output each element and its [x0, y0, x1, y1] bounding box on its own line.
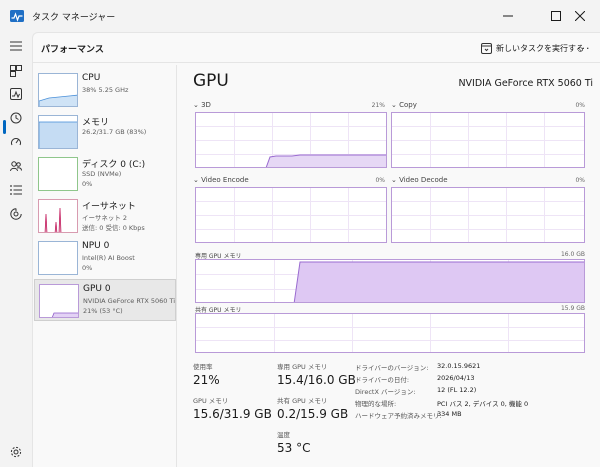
- driver-date-key: ドライバーの日付:: [355, 376, 410, 384]
- graph-max-shared: 15.9 GB: [560, 305, 585, 312]
- graph-selector-3d[interactable]: ⌄ 3D: [193, 101, 211, 109]
- startup-icon[interactable]: [8, 134, 24, 150]
- ethernet-thumbnail: [38, 199, 78, 233]
- cpu-thumbnail: [38, 73, 78, 107]
- memory-thumbnail: [38, 115, 78, 149]
- physical-location-key: 物理的な場所:: [355, 400, 397, 408]
- graph-selector-encode[interactable]: ⌄ Video Encode: [193, 176, 249, 184]
- resource-item-detail: Intel(R) AI Boost: [82, 254, 135, 262]
- gpu-thumbnail: [39, 284, 79, 318]
- details-icon[interactable]: [8, 182, 24, 198]
- close-icon: [575, 11, 585, 21]
- page-header: パフォーマンス 新しいタスクを実行する ...: [33, 33, 600, 63]
- resource-item-memory[interactable]: メモリ 26.2/31.7 GB (83%): [34, 111, 176, 153]
- shared-memory-label: 共有 GPU メモリ: [277, 397, 328, 405]
- temperature-label: 温度: [277, 431, 290, 439]
- resource-list: CPU 38% 5.25 GHz メモリ 26.2/31.7 GB (83%) …: [33, 65, 177, 467]
- minimize-icon: [503, 15, 513, 17]
- resource-item-detail: NVIDIA GeForce RTX 5060 Ti: [83, 297, 176, 305]
- driver-version-key: ドライバーのバージョン:: [355, 364, 429, 372]
- performance-icon[interactable]: [8, 86, 24, 102]
- gpu-memory-value: 15.6/31.9 GB: [193, 407, 272, 421]
- resource-item-detail: イーサネット 2: [82, 214, 128, 222]
- window-title: タスク マネージャー: [32, 13, 116, 23]
- reserved-memory-value: 334 MB: [437, 410, 462, 418]
- resource-item-name: CPU: [82, 73, 101, 83]
- resource-item-name: メモリ: [82, 118, 110, 128]
- graph-shared-memory: [195, 313, 585, 353]
- graph-video-encode: [195, 187, 387, 243]
- gpu-memory-label: GPU メモリ: [193, 397, 229, 405]
- performance-panel: パフォーマンス 新しいタスクを実行する ... CPU 38% 5.25 GHz…: [32, 32, 600, 467]
- disk-thumbnail: [38, 157, 78, 191]
- npu-thumbnail: [38, 241, 78, 275]
- shared-memory-value: 0.2/15.9 GB: [277, 407, 349, 421]
- graph-pct-3d: 21%: [371, 102, 385, 109]
- close-button[interactable]: [560, 0, 600, 32]
- utilization-value: 21%: [193, 373, 220, 387]
- task-manager-icon: [10, 10, 24, 22]
- temperature-value: 53 °C: [277, 441, 311, 455]
- menu-icon[interactable]: [8, 38, 24, 54]
- minimize-button[interactable]: [488, 0, 528, 32]
- settings-icon[interactable]: [8, 444, 24, 460]
- directx-version-value: 12 (FL 12.2): [437, 386, 477, 394]
- graph-label-3d: 3D: [201, 101, 211, 109]
- directx-version-key: DirectX バージョン:: [355, 388, 416, 396]
- services-icon[interactable]: [8, 206, 24, 222]
- driver-version-value: 32.0.15.9621: [437, 362, 481, 370]
- navigation-rail: [0, 32, 32, 467]
- graph-label-decode: Video Decode: [399, 176, 448, 184]
- graph-3d: [195, 112, 387, 168]
- graph-video-decode: [391, 187, 585, 243]
- resource-item-detail: 0%: [82, 264, 93, 272]
- utilization-label: 使用率: [193, 363, 213, 371]
- run-task-icon: [481, 42, 492, 54]
- detail-title: GPU: [193, 71, 229, 91]
- resource-item-name: GPU 0: [83, 284, 111, 294]
- graph-dedicated-memory: [195, 259, 585, 303]
- resource-item-detail: 38% 5.25 GHz: [82, 86, 129, 94]
- gpu-detail-pane: GPU NVIDIA GeForce RTX 5060 Ti ⌄ 3D 21% …: [193, 65, 593, 467]
- resource-item-name: NPU 0: [82, 241, 110, 251]
- dedicated-memory-value: 15.4/16.0 GB: [277, 373, 356, 387]
- graph-copy: [391, 112, 585, 168]
- run-new-task-button[interactable]: 新しいタスクを実行する: [481, 40, 584, 56]
- resource-item-npu[interactable]: NPU 0 Intel(R) AI Boost 0%: [34, 237, 176, 279]
- resource-item-detail: 26.2/31.7 GB (83%): [82, 128, 147, 136]
- resource-item-gpu[interactable]: GPU 0 NVIDIA GeForce RTX 5060 Ti 21% (53…: [34, 279, 176, 321]
- graph-selector-copy[interactable]: ⌄ Copy: [391, 101, 417, 109]
- graph-pct-decode: 0%: [575, 177, 585, 184]
- resource-item-name: イーサネット: [82, 202, 136, 212]
- resource-item-detail: SSD (NVMe): [82, 170, 122, 178]
- resource-item-ethernet[interactable]: イーサネット イーサネット 2 送信: 0 受信: 0 Kbps: [34, 195, 176, 237]
- graph-selector-decode[interactable]: ⌄ Video Decode: [391, 176, 448, 184]
- users-icon[interactable]: [8, 158, 24, 174]
- resource-item-detail: 0%: [82, 180, 93, 188]
- resource-item-disk[interactable]: ディスク 0 (C:) SSD (NVMe) 0%: [34, 153, 176, 195]
- physical-location-value: PCI バス 2, デバイス 0, 機能 0: [437, 400, 529, 408]
- app-history-icon[interactable]: [8, 110, 24, 126]
- resource-item-name: ディスク 0 (C:): [82, 160, 146, 170]
- graph-label-copy: Copy: [399, 101, 417, 109]
- active-indicator: [3, 120, 6, 134]
- graph-pct-copy: 0%: [575, 102, 585, 109]
- run-task-label: 新しいタスクを実行する: [496, 43, 584, 53]
- more-options-button[interactable]: ...: [577, 39, 591, 52]
- graph-pct-encode: 0%: [375, 177, 385, 184]
- dedicated-memory-label: 専用 GPU メモリ: [277, 363, 328, 371]
- reserved-memory-key: ハードウェア予約済みメモリ:: [355, 412, 442, 420]
- title-bar: タスク マネージャー: [0, 0, 600, 32]
- driver-date-value: 2026/04/13: [437, 374, 475, 382]
- processes-icon[interactable]: [8, 63, 24, 79]
- graph-max-dedicated: 16.0 GB: [560, 251, 585, 258]
- gpu-model-name: NVIDIA GeForce RTX 5060 Ti: [458, 78, 593, 89]
- page-title: パフォーマンス: [41, 45, 104, 55]
- resource-item-detail: 送信: 0 受信: 0 Kbps: [82, 224, 145, 232]
- resource-item-cpu[interactable]: CPU 38% 5.25 GHz: [34, 69, 176, 111]
- graph-label-encode: Video Encode: [201, 176, 249, 184]
- resource-item-detail: 21% (53 °C): [83, 307, 123, 315]
